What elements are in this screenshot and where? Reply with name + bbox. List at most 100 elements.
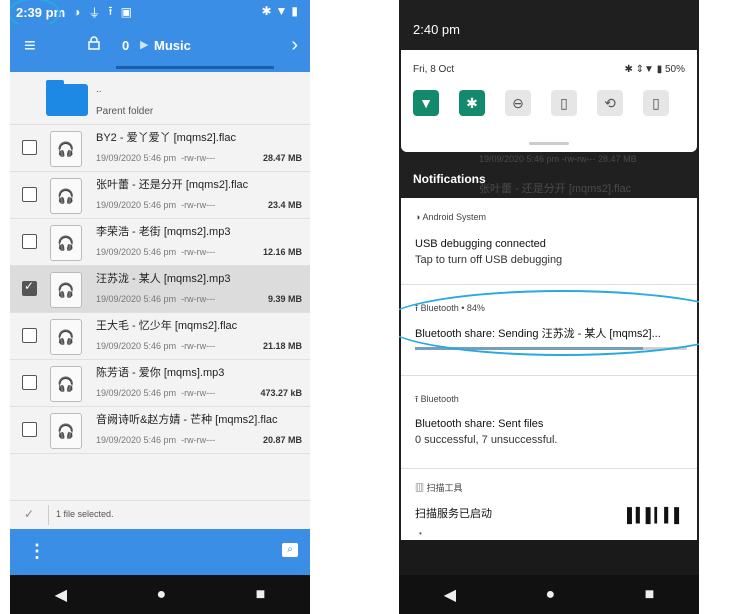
file-checkbox[interactable]	[22, 375, 37, 390]
wifi-icon[interactable]: ▼	[413, 90, 439, 116]
search-icon[interactable]: ⌕	[282, 543, 298, 557]
file-meta: 19/09/2020 5:46 pm -rw-rw---	[96, 153, 215, 163]
breadcrumb-folder[interactable]: Music	[154, 38, 191, 53]
headphones-icon: 🎧	[50, 413, 82, 449]
file-date: 19/09/2020 5:46 pm	[96, 200, 177, 210]
quick-settings-panel: Fri, 8 Oct ✱ ⇕▼ ▮ 50% ▼ ✱ ⊖ ▯ ⟲ ▯	[401, 50, 697, 152]
auto-rotate-icon[interactable]: ⟲	[597, 90, 623, 116]
notification-title: Bluetooth share: Sent files	[415, 418, 544, 430]
file-checkbox[interactable]	[22, 422, 37, 437]
file-meta: 19/09/2020 5:46 pm -rw-rw---	[96, 388, 215, 398]
breadcrumb-count[interactable]: 0	[122, 38, 129, 53]
file-checkbox[interactable]	[22, 187, 37, 202]
chevron-right-icon[interactable]: ›	[291, 34, 298, 57]
headphones-icon: 🎧	[50, 178, 82, 214]
recent-apps-icon[interactable]: ■	[256, 586, 266, 604]
notification-text: 0 successful, 7 unsuccessful.	[415, 434, 558, 446]
bluetooth-icon[interactable]: ✱	[459, 90, 485, 116]
notifications-heading: Notifications	[413, 172, 486, 186]
notification-android-system[interactable]: ◑ Android System USB debugging connected…	[401, 198, 697, 284]
annotation-ring	[399, 290, 699, 356]
notification-text: Tap to turn off USB debugging	[415, 254, 563, 266]
file-meta: 19/09/2020 5:46 pm -rw-rw---	[96, 247, 215, 257]
scanner-icon: ▥	[415, 483, 425, 493]
menu-icon[interactable]: ≡	[24, 36, 36, 56]
file-name: 张叶蕾 - 还是分开 [mqms2].flac	[96, 179, 249, 191]
breadcrumb-scroll-indicator	[116, 66, 274, 69]
file-meta: 19/09/2020 5:46 pm -rw-rw---	[96, 341, 215, 351]
recent-apps-icon[interactable]: ■	[645, 586, 655, 604]
notification-app-name: Android System	[422, 212, 486, 222]
back-icon[interactable]: ◀	[55, 585, 67, 605]
file-meta: 19/09/2020 5:46 pm -rw-rw---	[96, 435, 215, 445]
headphones-icon: 🎧	[50, 366, 82, 402]
file-row[interactable]: 🎧 汪苏泷 - 某人 [mqms2].mp3 19/09/2020 5:46 pm …	[10, 266, 310, 313]
home-icon[interactable]: ●	[545, 586, 555, 604]
more-vert-icon[interactable]: ⋮	[28, 541, 46, 562]
drag-handle[interactable]	[529, 142, 569, 145]
file-row[interactable]: 🎧 音阙诗听&赵方婧 - 芒种 [mqms2].flac 19/09/2020 5:…	[10, 407, 310, 454]
file-size: 473.27 kB	[260, 388, 302, 398]
breadcrumb-separator-icon: ▶	[140, 39, 149, 51]
file-checkbox[interactable]	[22, 279, 37, 296]
file-name: BY2 - 爱丫爱丫 [mqms2].flac	[96, 132, 236, 144]
file-name: 陈芳语 - 爱你 [mqms].mp3	[96, 367, 225, 379]
file-meta: 19/09/2020 5:46 pm -rw-rw---	[96, 294, 215, 304]
file-meta: 19/09/2020 5:46 pm -rw-rw---	[96, 200, 215, 210]
file-name: 汪苏泷 - 某人 [mqms2].mp3	[96, 273, 231, 285]
file-size: 21.18 MB	[262, 341, 302, 351]
bottom-action-bar: ⋮ ⌕	[10, 529, 310, 575]
home-icon[interactable]: ●	[156, 586, 166, 604]
upload-icon: ⭱	[415, 394, 419, 404]
file-row[interactable]: 🎧 王大毛 - 忆少年 [mqms2].flac 19/09/2020 5:46 p…	[10, 313, 310, 360]
file-checkbox[interactable]	[22, 140, 37, 155]
notification-bluetooth-sent[interactable]: ⭱ Bluetooth Bluetooth share: Sent files …	[401, 376, 697, 468]
overflow-dot-icon: •	[419, 529, 422, 538]
file-row[interactable]: 🎧 陈芳语 - 爱你 [mqms].mp3 19/09/2020 5:46 pm -…	[10, 360, 310, 407]
headphones-icon: 🎧	[50, 272, 82, 308]
notification-app-name: 扫描工具	[426, 483, 463, 493]
check-icon[interactable]: ✓	[24, 507, 34, 521]
file-permissions: -rw-rw---	[181, 294, 216, 304]
file-date: 19/09/2020 5:46 pm	[96, 247, 177, 257]
file-permissions: -rw-rw---	[181, 200, 216, 210]
selection-text: 1 file selected.	[56, 509, 114, 519]
background-bottom-bar	[399, 540, 699, 575]
headphones-icon: 🎧	[50, 131, 82, 167]
file-checkbox[interactable]	[22, 234, 37, 249]
file-row[interactable]: 🎧 张叶蕾 - 还是分开 [mqms2].flac 19/09/2020 5:46 …	[10, 172, 310, 219]
parent-folder-row[interactable]: .. Parent folder	[10, 78, 310, 125]
file-name: 李荣浩 - 老街 [mqms2].mp3	[96, 226, 231, 238]
file-size: 28.47 MB	[262, 153, 302, 163]
file-date: 19/09/2020 5:46 pm	[96, 435, 177, 445]
file-row[interactable]: 🎧 BY2 - 爱丫爱丫 [mqms2].flac 19/09/2020 5:46 …	[10, 125, 310, 172]
file-checkbox[interactable]	[22, 328, 37, 343]
android-debug-icon: ◑	[73, 5, 81, 19]
headphones-icon: 🎧	[50, 319, 82, 355]
background-row-meta: 19/09/2020 5:46 pm -rw-rw--- 28.47 MB	[479, 154, 637, 164]
file-date: 19/09/2020 5:46 pm	[96, 388, 177, 398]
file-permissions: -rw-rw---	[181, 341, 216, 351]
status-time: 2:40 pm	[413, 22, 460, 37]
file-permissions: -rw-rw---	[181, 247, 216, 257]
notification-scan-tool[interactable]: ▥ 扫描工具 扫描服务已启动 ▌▍▌▎▍▌ •	[401, 469, 697, 549]
battery-saver-icon[interactable]: ▯	[643, 90, 669, 116]
notification-title: 扫描服务已启动	[415, 508, 492, 520]
file-size: 9.39 MB	[267, 294, 302, 304]
app-bar: ≡ 0 ▶ Music ›	[10, 24, 310, 72]
file-permissions: -rw-rw---	[181, 153, 216, 163]
flashlight-icon[interactable]: ▯	[551, 90, 577, 116]
folder-icon	[46, 80, 88, 116]
dnd-icon[interactable]: ⊖	[505, 90, 531, 116]
file-row[interactable]: 🎧 李荣浩 - 老街 [mqms2].mp3 19/09/2020 5:46 pm …	[10, 219, 310, 266]
lock-icon	[88, 36, 100, 50]
parent-folder-label: Parent folder	[96, 106, 154, 117]
barcode-icon: ▌▍▌▎▍▌	[626, 507, 684, 523]
background-row-name: 张叶蕾 - 还是分开 [mqms2].flac	[479, 183, 632, 195]
usb-icon: ⏚	[88, 5, 101, 20]
file-date: 19/09/2020 5:46 pm	[96, 153, 177, 163]
status-icons-battery: ✱ ⇕▼ ▮ 50%	[624, 64, 685, 75]
back-icon[interactable]: ◀	[444, 585, 456, 605]
selection-bar: ✓ 1 file selected.	[10, 500, 310, 529]
file-date: 19/09/2020 5:46 pm	[96, 341, 177, 351]
